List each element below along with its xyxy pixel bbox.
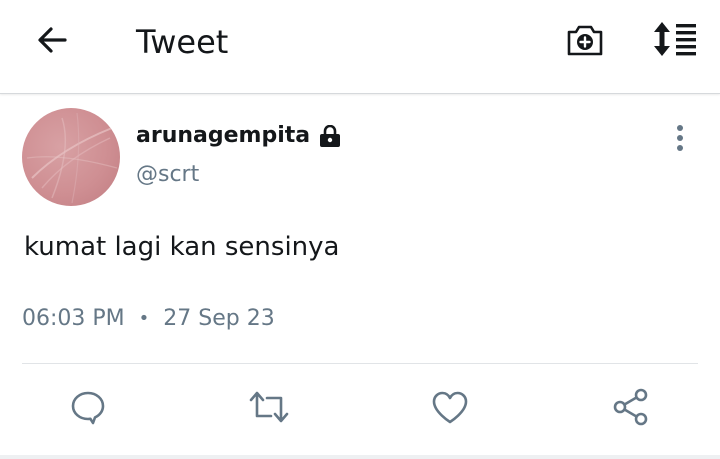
retweet-button[interactable] xyxy=(244,384,294,434)
like-icon xyxy=(430,389,470,429)
tweet-timestamp: 06:03 PM • 27 Sep 23 xyxy=(22,303,275,335)
avatar[interactable] xyxy=(22,108,120,206)
reply-button[interactable] xyxy=(63,384,113,434)
retweet-icon xyxy=(247,388,291,430)
share-button[interactable] xyxy=(606,384,656,434)
author-name-row[interactable]: arunagempita xyxy=(136,120,342,152)
divider xyxy=(22,363,698,364)
tweet-text: kumat lagi kan sensinya xyxy=(24,232,340,262)
top-app-bar: Tweet xyxy=(0,0,720,94)
bottom-border xyxy=(0,455,720,459)
user-handle[interactable]: @scrt xyxy=(136,160,199,190)
arrow-left-icon xyxy=(35,23,69,61)
page-title: Tweet xyxy=(136,23,229,61)
lock-icon xyxy=(318,125,342,147)
more-options-button[interactable] xyxy=(666,122,694,158)
back-button[interactable] xyxy=(30,20,74,64)
camera-add-icon xyxy=(565,21,605,63)
display-name: arunagempita xyxy=(136,123,311,148)
avatar-image xyxy=(26,112,118,204)
meta-separator: • xyxy=(138,308,150,329)
tweet-time: 06:03 PM xyxy=(22,306,125,331)
more-vertical-icon xyxy=(675,124,685,156)
like-button[interactable] xyxy=(425,384,475,434)
camera-button[interactable] xyxy=(562,20,608,64)
tweet-detail-screen: Tweet arunagempita @scrt kumat lagi kan … xyxy=(0,0,720,459)
sort-list-icon xyxy=(651,19,699,63)
share-icon xyxy=(611,387,651,431)
tweet-date: 27 Sep 23 xyxy=(163,306,275,331)
reply-icon xyxy=(69,388,107,430)
sort-button[interactable] xyxy=(648,18,702,64)
